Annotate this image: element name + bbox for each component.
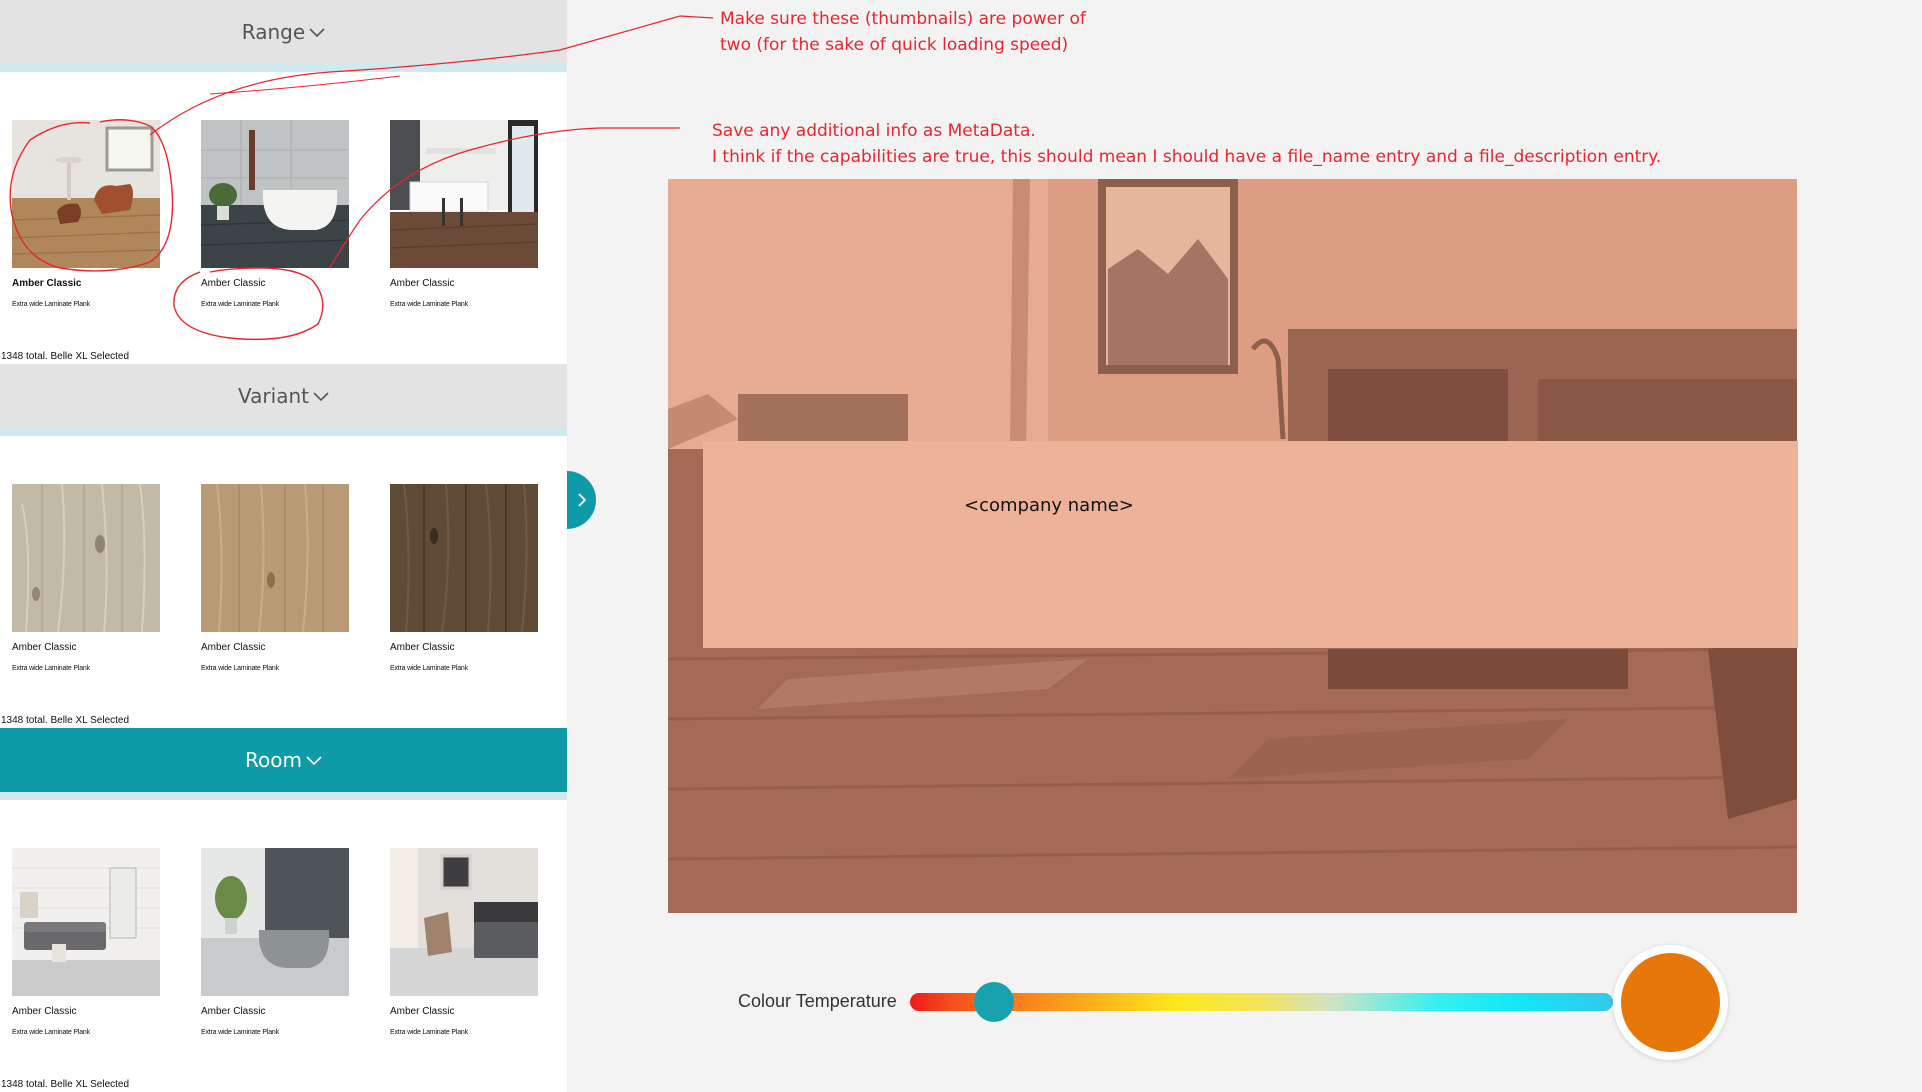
company-name-banner [703,441,1798,648]
kitchen-thumbnail [390,120,538,268]
bathroom-room-thumbnail [201,848,349,996]
variant-section-header[interactable]: Variant [0,364,567,428]
colour-preview-swatch [1613,945,1728,1060]
tile-subtitle: Extra wide Laminate Plank [390,1029,468,1036]
tile-subtitle: Extra wide Laminate Plank [12,1029,90,1036]
tile-name: Amber Classic [390,278,455,289]
tile-name: Amber Classic [12,278,82,289]
range-section-title: Range [241,20,306,44]
tile-name: Amber Classic [201,278,266,289]
room-tile-2[interactable]: Amber Classic Extra wide Laminate Plank [201,848,351,1038]
section-divider [0,428,567,436]
range-total-status: 1348 total. Belle XL Selected [1,351,130,362]
chevron-right-icon [577,493,586,507]
annotation-note-metadata: Save any additional info as MetaData. [712,121,1036,141]
tile-name: Amber Classic [12,1006,77,1017]
variant-section-title: Variant [238,384,309,408]
room-section-header[interactable]: Room [0,728,567,792]
range-tile-2[interactable]: Amber Classic Extra wide Laminate Plank [201,120,351,310]
light-grey-oak-swatch [12,484,160,632]
tile-name: Amber Classic [201,1006,266,1017]
section-divider [0,792,567,800]
living-room-thumbnail [12,120,160,268]
annotation-note-thumbnail-size: Make sure these (thumbnails) are power o… [720,9,1086,29]
variant-total-status: 1348 total. Belle XL Selected [1,715,130,726]
chevron-down-icon [309,28,325,38]
chevron-down-icon [313,392,329,402]
dark-oak-swatch [390,484,538,632]
tile-subtitle: Extra wide Laminate Plank [390,665,468,672]
chevron-down-icon [306,756,322,766]
tile-name: Amber Classic [201,642,266,653]
colour-temperature-label: Colour Temperature [738,991,897,1011]
living-room-room-thumbnail [12,848,160,996]
tile-name: Amber Classic [390,1006,455,1017]
bathroom-thumbnail [201,120,349,268]
tile-name: Amber Classic [12,642,77,653]
company-name-placeholder: <company name> [964,495,1134,516]
tile-subtitle: Extra wide Laminate Plank [12,301,90,308]
annotation-note-metadata-line2: I think if the capabilities are true, th… [712,147,1662,167]
range-section-header[interactable]: Range [0,0,567,64]
tile-name: Amber Classic [390,642,455,653]
tile-subtitle: Extra wide Laminate Plank [201,1029,279,1036]
tile-subtitle: Extra wide Laminate Plank [390,301,468,308]
range-tile-3[interactable]: Amber Classic Extra wide Laminate Plank [390,120,540,310]
section-divider [0,64,567,72]
variant-tile-3[interactable]: Amber Classic Extra wide Laminate Plank [390,484,540,674]
selector-panel: Range Amber Classic Extra wide Laminate … [0,0,567,1092]
tile-subtitle: Extra wide Laminate Plank [201,301,279,308]
room-tile-1[interactable]: Amber Classic Extra wide Laminate Plank [12,848,162,1038]
range-tile-1[interactable]: Amber Classic Extra wide Laminate Plank [12,120,162,310]
colour-temperature-slider-track[interactable] [910,993,1613,1011]
bedroom-room-thumbnail [390,848,538,996]
colour-preview-fill [1621,953,1720,1052]
annotation-note-thumbnail-size-line2: two (for the sake of quick loading speed… [720,35,1069,55]
natural-oak-swatch [201,484,349,632]
panel-collapse-button[interactable] [567,471,596,529]
colour-temperature-slider-thumb[interactable] [974,982,1015,1022]
tile-subtitle: Extra wide Laminate Plank [201,665,279,672]
room-section-title: Room [245,748,302,772]
variant-tile-2[interactable]: Amber Classic Extra wide Laminate Plank [201,484,351,674]
variant-tile-1[interactable]: Amber Classic Extra wide Laminate Plank [12,484,162,674]
tile-subtitle: Extra wide Laminate Plank [12,665,90,672]
room-total-status: 1348 total. Belle XL Selected [1,1079,130,1090]
room-tile-3[interactable]: Amber Classic Extra wide Laminate Plank [390,848,540,1038]
